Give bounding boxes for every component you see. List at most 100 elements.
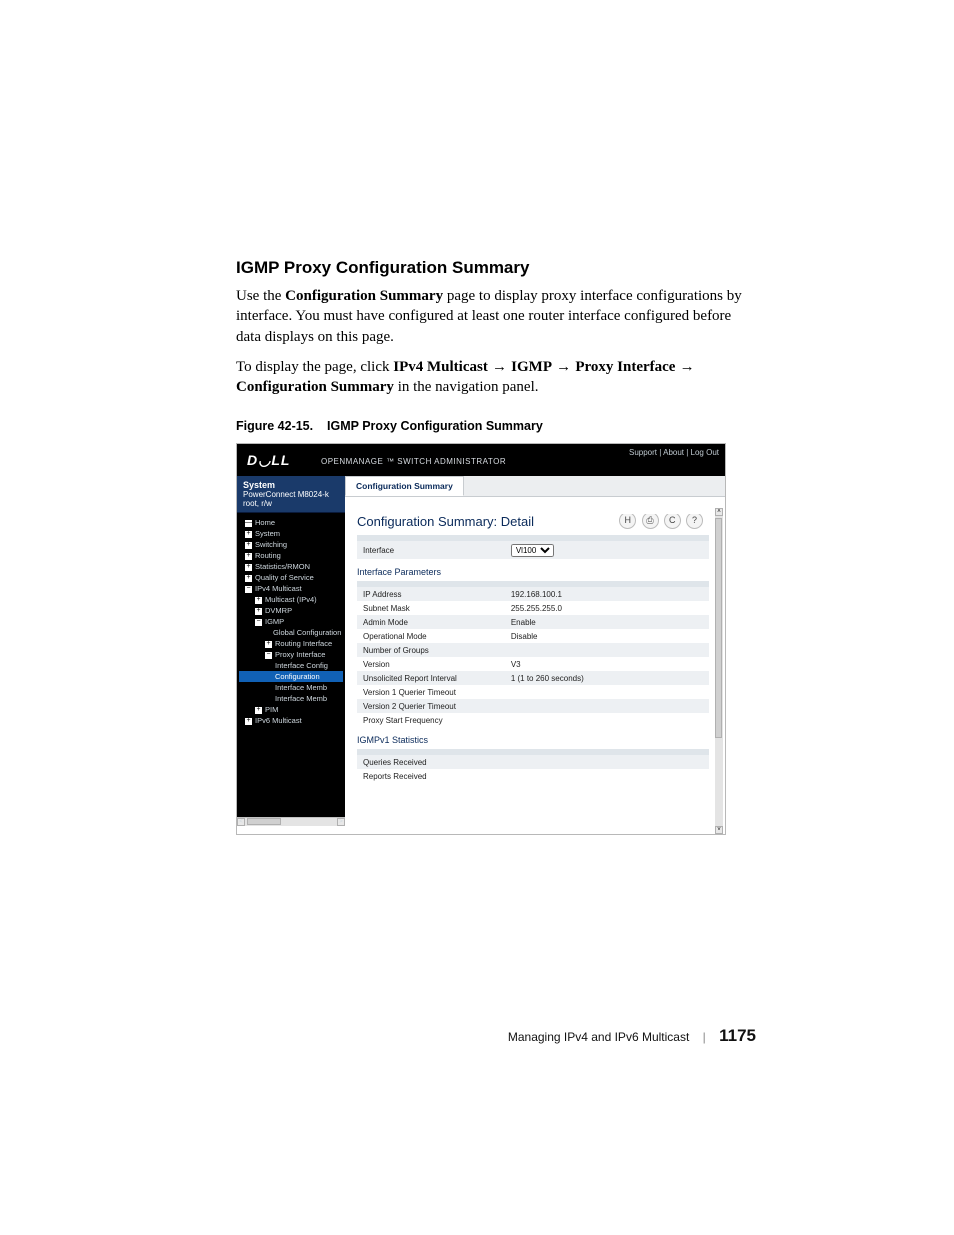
tree-global-config[interactable]: Global Configuration <box>239 627 343 638</box>
row-value <box>505 643 709 657</box>
p2-a: To display the page, click <box>236 359 393 375</box>
tree-switching-label: Switching <box>255 540 287 549</box>
p2-f: in the navigation panel. <box>394 379 539 395</box>
system-title: System <box>243 480 275 490</box>
nav-tree: —Home +System +Switching +Routing +Stati… <box>237 513 345 730</box>
interface-label: Interface <box>357 541 505 559</box>
p2-c: IGMP <box>511 359 552 375</box>
p1-a: Use the <box>236 288 285 304</box>
tree-interface-memb-2[interactable]: Interface Memb <box>239 693 343 704</box>
footer-sep: | <box>693 1030 716 1044</box>
tree-dvmrp[interactable]: +DVMRP <box>239 605 343 616</box>
vscroll-thumb[interactable] <box>715 518 722 738</box>
tree-dvmrp-label: DVMRP <box>265 606 292 615</box>
refresh-icon[interactable]: C <box>664 514 681 529</box>
paragraph-2: To display the page, click IPv4 Multicas… <box>236 357 756 398</box>
tree-ipv6m-label: IPv6 Multicast <box>255 716 302 725</box>
tree-routing-interface[interactable]: +Routing Interface <box>239 638 343 649</box>
system-model: PowerConnect M8024-k <box>243 490 329 499</box>
table-row: IP Address192.168.100.1 <box>357 587 709 601</box>
row-key: Proxy Start Frequency <box>357 713 505 727</box>
tree-pim-label: PIM <box>265 705 278 714</box>
paragraph-1: Use the Configuration Summary page to di… <box>236 286 756 347</box>
dell-logo: D◡LL <box>247 452 290 469</box>
row-key: Version <box>357 657 505 671</box>
tree-proxyif-label: Proxy Interface <box>275 650 325 659</box>
screenshot-frame: Support | About | Log Out D◡LL OPENMANAG… <box>236 443 726 835</box>
arrow-3: → <box>675 358 694 375</box>
print-icon[interactable]: ⎙ <box>642 514 659 529</box>
row-value: 1 (1 to 260 seconds) <box>505 671 709 685</box>
top-links[interactable]: Support | About | Log Out <box>629 448 719 457</box>
tree-confmember-label: Configuration <box>275 672 320 681</box>
row-key: Queries Received <box>357 755 505 769</box>
row-value: Enable <box>505 615 709 629</box>
row-key: Unsolicited Report Interval <box>357 671 505 685</box>
sidebar-hscroll[interactable]: < > <box>237 817 345 826</box>
table-row: Reports Received <box>357 769 709 783</box>
tree-qos-label: Quality of Service <box>255 573 314 582</box>
tree-routingif-label: Routing Interface <box>275 639 332 648</box>
tree-routing[interactable]: +Routing <box>239 550 343 561</box>
tree-switching[interactable]: +Switching <box>239 539 343 550</box>
tab-configuration-summary[interactable]: Configuration Summary <box>345 476 464 496</box>
tree-igmp[interactable]: −IGMP <box>239 616 343 627</box>
tree-igmp-label: IGMP <box>265 617 284 626</box>
tree-ipv6-multicast[interactable]: +IPv6 Multicast <box>239 715 343 726</box>
tree-ipv4m-label: IPv4 Multicast <box>255 584 302 593</box>
page-footer: Managing IPv4 and IPv6 Multicast | 1175 <box>236 1026 756 1046</box>
footer-page-number: 1175 <box>719 1026 756 1045</box>
tree-interface-config[interactable]: Interface Config <box>239 660 343 671</box>
system-user: root, r/w <box>243 499 272 508</box>
tree-interface-memb-1[interactable]: Interface Memb <box>239 682 343 693</box>
row-value: V3 <box>505 657 709 671</box>
table-row: Operational ModeDisable <box>357 629 709 643</box>
scroll-thumb[interactable] <box>247 818 281 825</box>
row-value: 192.168.100.1 <box>505 587 709 601</box>
row-key: Admin Mode <box>357 615 505 629</box>
arrow-2: → <box>552 358 575 375</box>
tree-proxy-interface[interactable]: −Proxy Interface <box>239 649 343 660</box>
tree-pim[interactable]: +PIM <box>239 704 343 715</box>
row-key: IP Address <box>357 587 505 601</box>
tree-stats[interactable]: +Statistics/RMON <box>239 561 343 572</box>
tree-qos[interactable]: +Quality of Service <box>239 572 343 583</box>
tree-stats-label: Statistics/RMON <box>255 562 310 571</box>
tree-ifconf-label: Interface Config <box>275 661 328 670</box>
tree-configuration-summary[interactable]: Configuration <box>239 671 343 682</box>
arrow-1: → <box>488 358 511 375</box>
table-row: VersionV3 <box>357 657 709 671</box>
app-header: Support | About | Log Out D◡LL OPENMANAG… <box>237 444 725 476</box>
scroll-right-icon[interactable]: > <box>337 818 345 826</box>
tab-bar: Configuration Summary <box>345 476 725 497</box>
save-icon[interactable]: H <box>619 514 636 529</box>
row-key: Reports Received <box>357 769 505 783</box>
scroll-left-icon[interactable]: < <box>237 818 245 826</box>
figcap-num: Figure 42-15. <box>236 419 313 433</box>
section-heading: IGMP Proxy Configuration Summary <box>236 258 756 278</box>
tree-ipv4-multicast[interactable]: −IPv4 Multicast <box>239 583 343 594</box>
tree-home[interactable]: —Home <box>239 517 343 528</box>
interface-select[interactable]: Vl100 <box>511 544 554 557</box>
p2-b: IPv4 Multicast <box>393 359 488 375</box>
table-row: Subnet Mask255.255.255.0 <box>357 601 709 615</box>
scroll-up-icon[interactable]: ˄ <box>715 508 723 516</box>
table-row: Version 1 Querier Timeout <box>357 685 709 699</box>
row-key: Number of Groups <box>357 643 505 657</box>
tree-system[interactable]: +System <box>239 528 343 539</box>
row-key: Version 1 Querier Timeout <box>357 685 505 699</box>
help-icon[interactable]: ? <box>686 514 703 529</box>
row-key: Version 2 Querier Timeout <box>357 699 505 713</box>
row-key: Operational Mode <box>357 629 505 643</box>
figure-caption: Figure 42-15. IGMP Proxy Configuration S… <box>236 419 756 433</box>
scroll-down-icon[interactable]: ˅ <box>715 826 723 834</box>
table-row: Unsolicited Report Interval1 (1 to 260 s… <box>357 671 709 685</box>
igmpv1-statistics-table: Queries ReceivedReports Received <box>357 749 709 783</box>
content-vscroll[interactable]: ˄ ˅ <box>715 508 723 834</box>
main-panel: Configuration Summary H ⎙ C ? Configurat… <box>345 476 725 834</box>
p2-d: Proxy Interface <box>575 359 675 375</box>
tree-multicast-ipv4[interactable]: +Multicast (IPv4) <box>239 594 343 605</box>
p1-b: Configuration Summary <box>285 288 443 304</box>
row-value <box>505 685 709 699</box>
figcap-title: IGMP Proxy Configuration Summary <box>327 419 543 433</box>
